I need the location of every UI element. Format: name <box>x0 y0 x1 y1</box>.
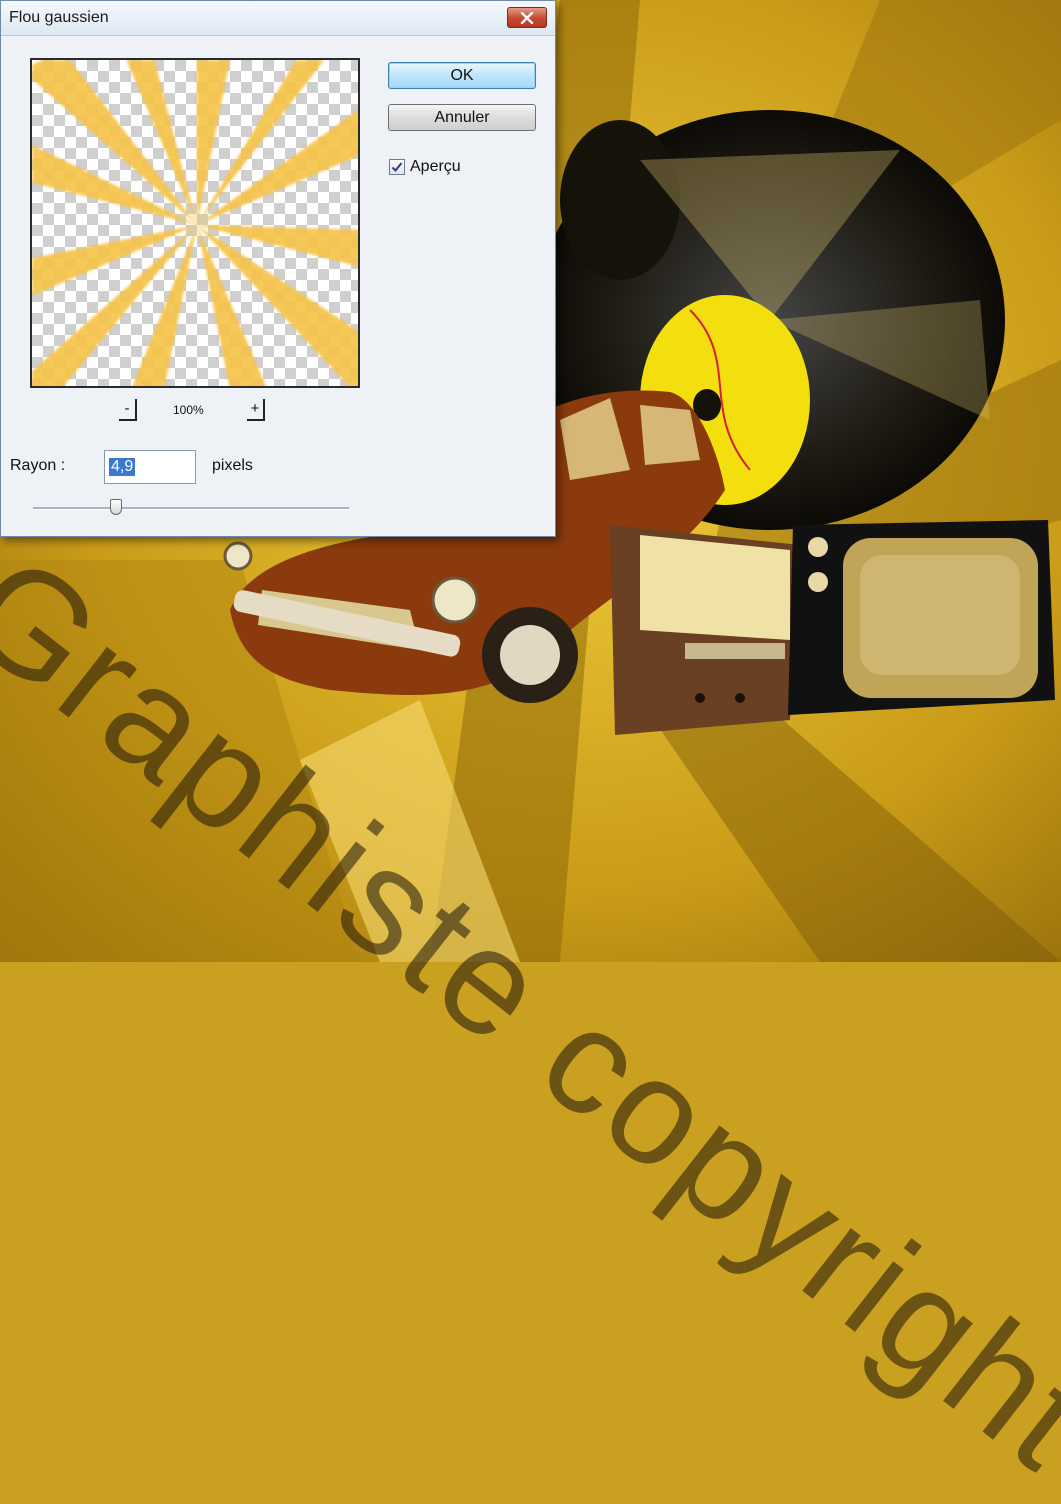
zoom-controls: - 100% + <box>119 399 279 425</box>
zoom-out-button[interactable]: - <box>119 399 137 421</box>
car-headlight <box>431 576 479 624</box>
radio-knob <box>695 693 705 703</box>
car-headlight <box>223 541 253 571</box>
check-icon <box>391 162 403 172</box>
close-button[interactable] <box>507 7 547 28</box>
radius-unit: pixels <box>212 457 253 474</box>
radius-row: Rayon : 4,9 pixels <box>10 450 310 484</box>
dialog-titlebar[interactable]: Flou gaussien <box>1 1 555 36</box>
close-icon <box>520 11 534 24</box>
preview-image <box>32 60 358 386</box>
gaussian-blur-dialog: Flou gaussien - 100% + OK Annuler Aperçu… <box>0 0 556 537</box>
radio-front <box>640 535 790 640</box>
tv-knob <box>808 572 828 592</box>
zoom-level: 100% <box>173 403 204 417</box>
preview-checkbox-label: Aperçu <box>410 158 461 175</box>
preview-checkbox[interactable] <box>389 159 405 175</box>
radio-knob <box>735 693 745 703</box>
preview-option: Aperçu <box>389 156 461 178</box>
car-hubcap <box>500 625 560 685</box>
vinyl-shadow <box>560 120 680 280</box>
radius-slider-track[interactable] <box>33 507 349 510</box>
tv-screen-glare <box>860 555 1020 675</box>
radius-value: 4,9 <box>109 458 136 476</box>
zoom-in-button[interactable]: + <box>247 399 265 421</box>
cancel-button[interactable]: Annuler <box>388 104 536 131</box>
ok-button[interactable]: OK <box>388 62 536 89</box>
radius-slider-thumb[interactable] <box>109 499 122 515</box>
dialog-title: Flou gaussien <box>9 9 109 26</box>
radio-dial <box>685 643 785 659</box>
radius-label: Rayon : <box>10 457 66 474</box>
blur-preview-area[interactable] <box>30 58 360 388</box>
tv-knob <box>808 537 828 557</box>
